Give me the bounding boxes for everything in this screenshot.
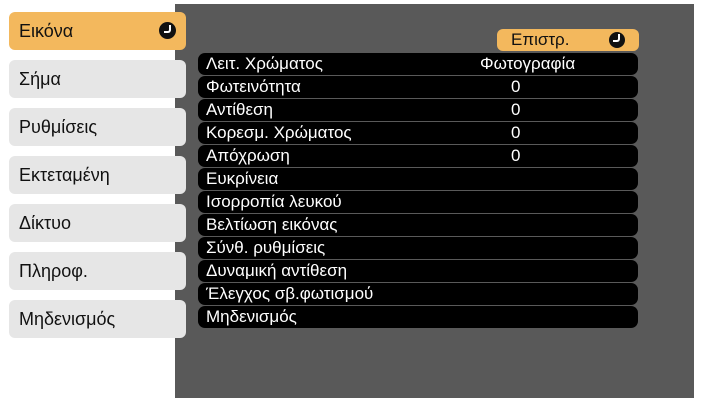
menu-item-tint[interactable]: Απόχρωση 0	[198, 145, 638, 167]
menu-item-dynamic-contrast[interactable]: Δυναμική αντίθεση	[198, 260, 638, 282]
menu-item-value: 0	[511, 77, 521, 96]
menu-item-value: 0	[511, 100, 521, 119]
menu-item-label: Βελτίωση εικόνας	[206, 215, 338, 234]
menu-item-image-enhancement[interactable]: Βελτίωση εικόνας	[198, 214, 638, 236]
menu-item-value: Φωτογραφία	[480, 54, 576, 73]
tab-label: Μηδενισμός	[19, 309, 116, 329]
menu-item-label: Λειτ. Χρώματος	[206, 54, 323, 73]
tab-label: Πληροφ.	[19, 261, 88, 281]
tab-label: Δίκτυο	[19, 213, 71, 233]
menu-item-light-control[interactable]: Έλεγχος σβ.φωτισμού	[198, 283, 638, 305]
menu-item-label: Κορεσμ. Χρώματος	[206, 123, 352, 142]
tab-settings[interactable]: Ρυθμίσεις	[9, 108, 186, 146]
menu-item-value: 0	[511, 146, 521, 165]
tab-image[interactable]: Εικόνα	[9, 12, 186, 50]
back-label: Επιστρ.	[511, 30, 570, 49]
menu-item-label: Ισορροπία λευκού	[206, 192, 342, 211]
menu-item-label: Μηδενισμός	[206, 307, 297, 326]
menu-item-label: Φωτεινότητα	[206, 77, 301, 96]
menu-item-color-mode[interactable]: Λειτ. Χρώματος Φωτογραφία	[198, 53, 638, 75]
tab-label: Ρυθμίσεις	[19, 117, 98, 137]
sidebar: Εικόνα Σήμα Ρυθμίσεις Εκτεταμένη Δίκτυο …	[9, 12, 186, 348]
menu-item-label: Απόχρωση	[206, 146, 290, 165]
enter-icon	[609, 32, 625, 48]
tab-signal[interactable]: Σήμα	[9, 60, 186, 98]
menu-item-advanced[interactable]: Σύνθ. ρυθμίσεις	[198, 237, 638, 259]
menu-item-value: 0	[511, 123, 521, 142]
tab-label: Σήμα	[19, 69, 61, 89]
menu-item-label: Σύνθ. ρυθμίσεις	[206, 238, 326, 257]
menu-item-brightness[interactable]: Φωτεινότητα 0	[198, 76, 638, 98]
image-menu: Λειτ. Χρώματος Φωτογραφία Φωτεινότητα 0 …	[198, 53, 638, 329]
back-button[interactable]: Επιστρ.	[497, 29, 639, 51]
menu-item-contrast[interactable]: Αντίθεση 0	[198, 99, 638, 121]
tab-reset[interactable]: Μηδενισμός	[9, 300, 186, 338]
menu-item-label: Ευκρίνεια	[206, 169, 279, 188]
menu-item-saturation[interactable]: Κορεσμ. Χρώματος 0	[198, 122, 638, 144]
menu-item-white-balance[interactable]: Ισορροπία λευκού	[198, 191, 638, 213]
menu-item-label: Αντίθεση	[206, 100, 274, 119]
menu-item-label: Έλεγχος σβ.φωτισμού	[206, 284, 374, 303]
menu-item-reset[interactable]: Μηδενισμός	[198, 306, 638, 328]
menu-item-label: Δυναμική αντίθεση	[206, 261, 348, 280]
tab-network[interactable]: Δίκτυο	[9, 204, 186, 242]
menu-item-sharpness[interactable]: Ευκρίνεια	[198, 168, 638, 190]
tab-extended[interactable]: Εκτεταμένη	[9, 156, 186, 194]
tab-label: Εικόνα	[19, 21, 74, 41]
enter-icon	[159, 22, 176, 39]
tab-info[interactable]: Πληροφ.	[9, 252, 186, 290]
tab-label: Εκτεταμένη	[19, 165, 110, 185]
